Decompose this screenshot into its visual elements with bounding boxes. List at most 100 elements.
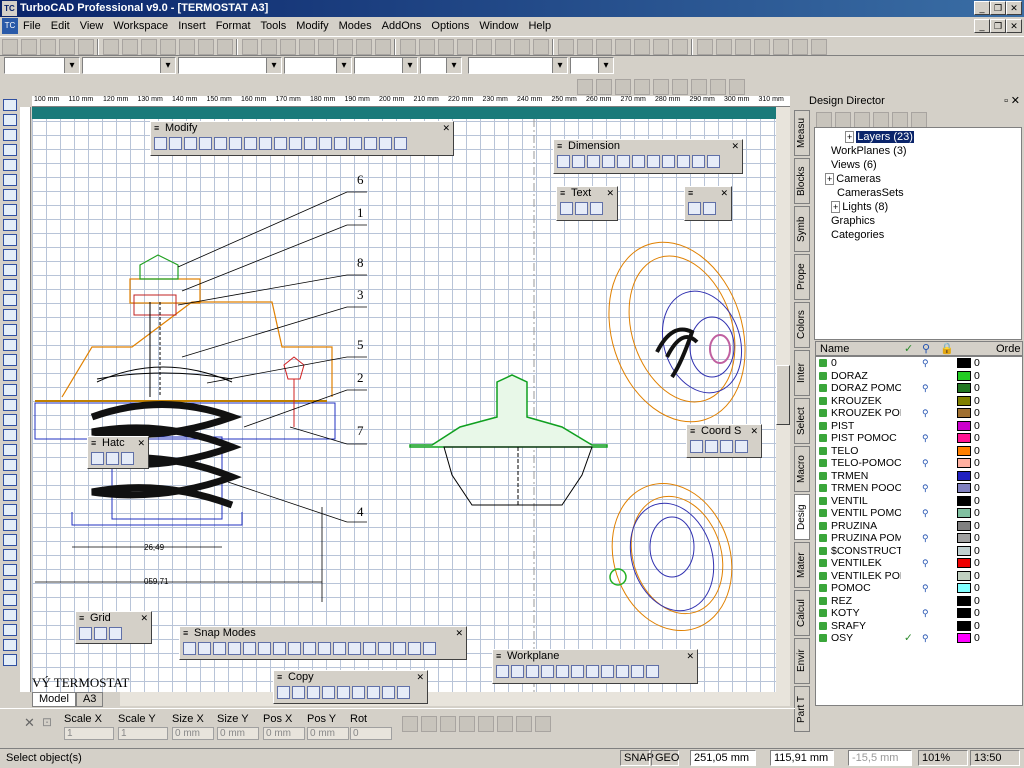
- layer-color-swatch[interactable]: [957, 545, 971, 556]
- layer-row[interactable]: PIST POMOC ⚲ 0: [816, 432, 1022, 445]
- toolbar-button-icon[interactable]: [356, 39, 372, 55]
- style-combo[interactable]: [468, 57, 568, 74]
- palette-tool-icon[interactable]: [720, 440, 733, 453]
- palette-tool-icon[interactable]: [304, 137, 317, 150]
- palette-tool-icon[interactable]: [571, 665, 584, 678]
- property-tool-icon[interactable]: [535, 716, 551, 732]
- tree-item[interactable]: Categories: [831, 229, 884, 241]
- snap-toolbar-icon[interactable]: [691, 79, 707, 95]
- drawing-tool-icon[interactable]: [3, 294, 17, 306]
- palette-tool-icon[interactable]: [169, 137, 182, 150]
- coord-palette[interactable]: Coord S ✕: [686, 424, 762, 458]
- toolbar-button-icon[interactable]: [375, 39, 391, 55]
- coord-close-icon[interactable]: ✕: [750, 425, 758, 438]
- toolbar-button-icon[interactable]: [634, 39, 650, 55]
- pen-combo[interactable]: [354, 57, 418, 74]
- col-visible-header[interactable]: ✓: [904, 342, 913, 355]
- palette-tool-icon[interactable]: [244, 137, 257, 150]
- layer-color-swatch[interactable]: [957, 483, 971, 493]
- drawing-tool-icon[interactable]: [3, 159, 17, 171]
- col-eye-header[interactable]: ⚲: [922, 342, 930, 355]
- restore-button[interactable]: ❐: [990, 1, 1006, 15]
- dd-tab-desig[interactable]: Desig: [794, 494, 810, 540]
- drawing-tool-icon[interactable]: [3, 489, 17, 501]
- drawing-tool-icon[interactable]: [3, 564, 17, 576]
- palette-tool-icon[interactable]: [631, 665, 644, 678]
- toolbar-button-icon[interactable]: [103, 39, 119, 55]
- layer-color-swatch[interactable]: [957, 558, 971, 568]
- layer-row[interactable]: PRUZINA 0: [816, 520, 1022, 533]
- layer-row[interactable]: $CONSTRUCT 0: [816, 545, 1022, 558]
- layer-color-swatch[interactable]: [957, 533, 971, 543]
- snap-toolbar-icon[interactable]: [615, 79, 631, 95]
- menu-options[interactable]: Options: [426, 17, 474, 35]
- doc-restore-button[interactable]: ❐: [990, 19, 1006, 33]
- drawing-canvas[interactable]: 6 1 8 3 5 2 7 4 26,49 059,71 VÝ TERMOSTA…: [32, 107, 776, 692]
- layer-visibility-icon[interactable]: ⚲: [922, 607, 929, 620]
- drawing-tool-icon[interactable]: [3, 549, 17, 561]
- layer-color-swatch[interactable]: [957, 383, 971, 393]
- vertical-scrollbar[interactable]: [776, 107, 790, 692]
- z-coordinate[interactable]: -15,5 mm: [848, 750, 912, 766]
- menu-edit[interactable]: Edit: [46, 17, 75, 35]
- toolbar-button-icon[interactable]: [242, 39, 258, 55]
- snap-toolbar-icon[interactable]: [710, 79, 726, 95]
- tree-item[interactable]: Graphics: [831, 215, 875, 227]
- toolbar-button-icon[interactable]: [40, 39, 56, 55]
- workplane-close-icon[interactable]: ✕: [686, 650, 694, 663]
- dd-check-icon[interactable]: [835, 112, 851, 128]
- dd-tab-part-t[interactable]: Part T: [794, 686, 810, 732]
- layer-color-swatch[interactable]: [957, 370, 971, 381]
- layer-color-swatch[interactable]: [957, 595, 971, 606]
- toolbar-button-icon[interactable]: [558, 39, 574, 55]
- palette-tool-icon[interactable]: [677, 155, 690, 168]
- drawing-tool-icon[interactable]: [3, 354, 17, 366]
- property-field[interactable]: 0 mm: [307, 727, 349, 740]
- modify-close-icon[interactable]: ✕: [442, 122, 450, 135]
- doc-minimize-button[interactable]: _: [974, 19, 990, 33]
- minimize-button[interactable]: _: [974, 1, 990, 15]
- toolbar-button-icon[interactable]: [615, 39, 631, 55]
- toolbar-button-icon[interactable]: [716, 39, 732, 55]
- layer-visibility-icon[interactable]: ⚲: [922, 582, 929, 595]
- palette-tool-icon[interactable]: [382, 686, 395, 699]
- palette-tool-icon[interactable]: [688, 202, 701, 215]
- layer-color-swatch[interactable]: [957, 470, 971, 481]
- layer-color-swatch[interactable]: [957, 358, 971, 368]
- palette-tool-icon[interactable]: [735, 440, 748, 453]
- layer-visibility-icon[interactable]: ⚲: [922, 407, 929, 420]
- palette-tool-icon[interactable]: [707, 155, 720, 168]
- layer-row[interactable]: DORAZ 0: [816, 370, 1022, 383]
- y-coordinate[interactable]: 115,91 mm: [770, 750, 834, 766]
- text-palette[interactable]: Text ✕: [556, 186, 618, 221]
- palette-tool-icon[interactable]: [352, 686, 365, 699]
- palette-tool-icon[interactable]: [337, 686, 350, 699]
- dd-pin-icon[interactable]: ▫: [1004, 94, 1008, 108]
- palette-tool-icon[interactable]: [79, 627, 92, 640]
- property-field[interactable]: 0 mm: [217, 727, 259, 740]
- layer-row[interactable]: POMOC ⚲ 0: [816, 582, 1022, 595]
- toolbar-button-icon[interactable]: [141, 39, 157, 55]
- tree-item[interactable]: WorkPlanes (3): [831, 145, 907, 157]
- palette-tool-icon[interactable]: [333, 642, 346, 655]
- layer-row[interactable]: REZ 0: [816, 595, 1022, 608]
- horizontal-scrollbar[interactable]: [120, 692, 790, 706]
- property-tool-icon[interactable]: [402, 716, 418, 732]
- small-palette[interactable]: ✕: [684, 186, 732, 221]
- col-lock-header[interactable]: 🔒: [940, 342, 954, 355]
- palette-tool-icon[interactable]: [394, 137, 407, 150]
- layer-color-swatch[interactable]: [957, 520, 971, 531]
- drawing-tool-icon[interactable]: [3, 204, 17, 216]
- toolbar-button-icon[interactable]: [457, 39, 473, 55]
- palette-tool-icon[interactable]: [364, 137, 377, 150]
- palette-tool-icon[interactable]: [334, 137, 347, 150]
- palette-tool-icon[interactable]: [243, 642, 256, 655]
- snap-toolbar-icon[interactable]: [672, 79, 688, 95]
- color-combo[interactable]: [82, 57, 176, 74]
- palette-tool-icon[interactable]: [228, 642, 241, 655]
- toolbar-button-icon[interactable]: [596, 39, 612, 55]
- palette-tool-icon[interactable]: [121, 452, 134, 465]
- palette-tool-icon[interactable]: [288, 642, 301, 655]
- toolbar-button-icon[interactable]: [792, 39, 808, 55]
- palette-tool-icon[interactable]: [199, 137, 212, 150]
